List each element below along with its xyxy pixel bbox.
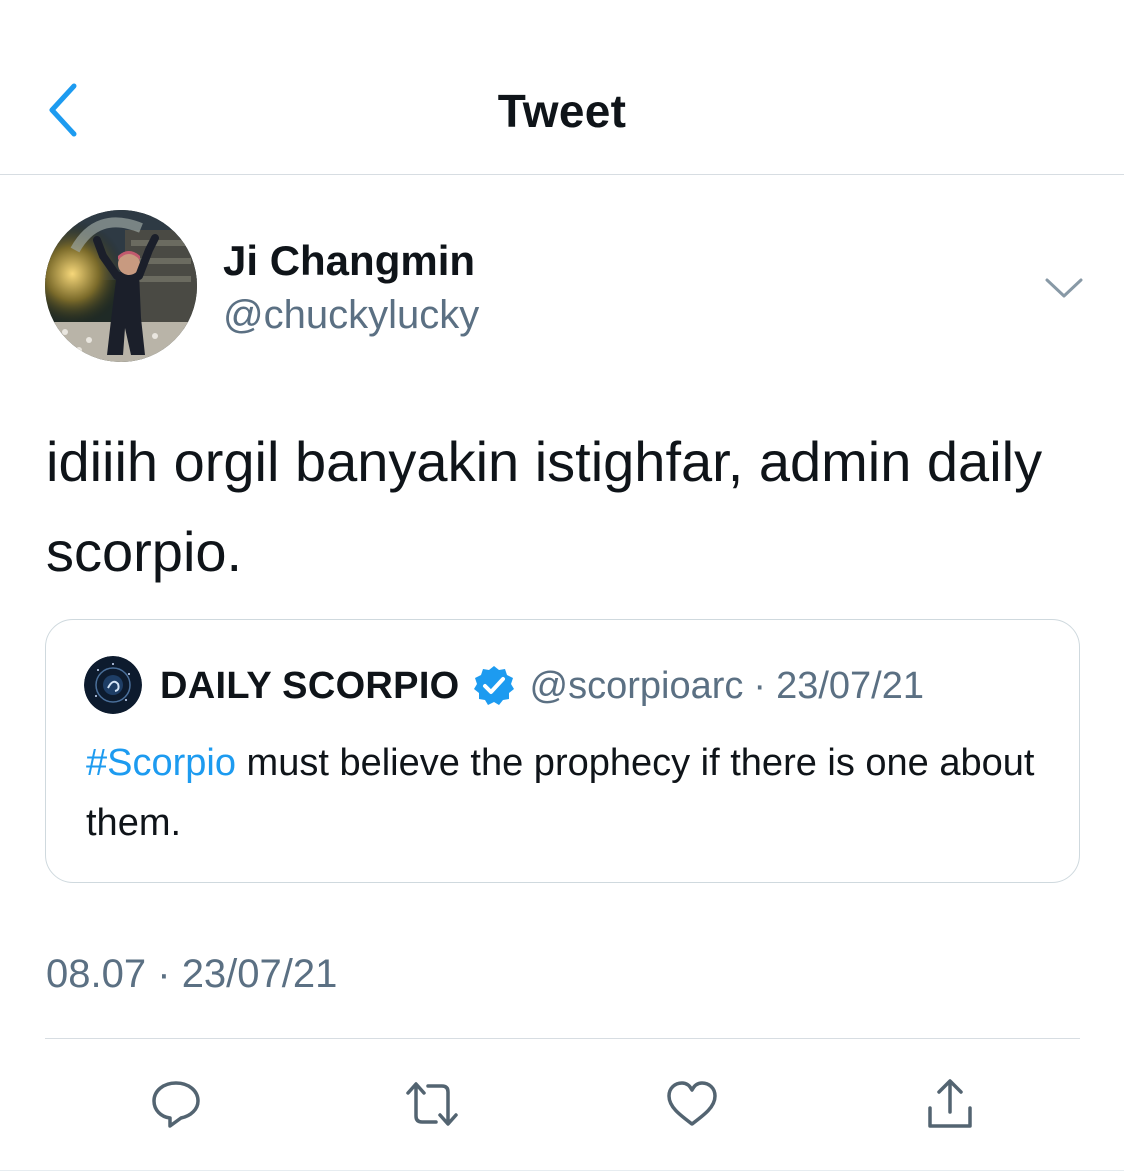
avatar-photo — [45, 210, 197, 362]
nav-header: Tweet — [0, 0, 1124, 175]
hashtag-link[interactable]: #Scorpio — [86, 742, 236, 784]
author-avatar[interactable] — [45, 210, 197, 362]
separator-dot: · — [157, 952, 171, 996]
author-name[interactable]: Ji Changmin — [223, 237, 475, 285]
chevron-down-icon — [1045, 278, 1083, 298]
tweet-detail-screen: Tweet Ji Changmin @chuckylucky idiiih or… — [0, 0, 1124, 1172]
author-handle[interactable]: @chuckylucky — [223, 293, 479, 338]
quoted-tweet-text: #Scorpio must believe the prophecy if th… — [86, 733, 1056, 853]
scorpio-logo-icon — [84, 656, 142, 714]
separator-dot: · — [753, 664, 767, 707]
tweet-time: 08.07 — [46, 952, 147, 996]
tweet-date: 23/07/21 — [181, 952, 338, 996]
reply-icon — [152, 1081, 200, 1128]
share-button[interactable] — [918, 1072, 982, 1136]
reply-button[interactable] — [144, 1072, 208, 1136]
quoted-author-name: DAILY SCORPIO — [160, 664, 460, 707]
like-button[interactable] — [660, 1072, 724, 1136]
page-title: Tweet — [497, 85, 627, 137]
retweet-button[interactable] — [400, 1072, 464, 1136]
more-options-button[interactable] — [1038, 270, 1090, 306]
quoted-author-handle: @scorpioarc — [529, 664, 744, 707]
verified-badge-icon — [473, 666, 514, 705]
tweet-text: idiiih orgil banyakin istighfar, admin d… — [46, 430, 1043, 583]
quoted-tweet-avatar — [84, 656, 142, 714]
bottom-divider — [0, 1170, 1124, 1171]
quoted-tweet-header: DAILY SCORPIO @scorpioarc · 23/07/21 — [160, 662, 924, 710]
tweet-timestamp: 08.07 · 23/07/21 — [46, 952, 337, 997]
divider — [45, 1038, 1080, 1039]
heart-icon — [667, 1081, 717, 1126]
quoted-tweet-card[interactable]: DAILY SCORPIO @scorpioarc · 23/07/21 #Sc… — [45, 619, 1080, 883]
retweet-icon — [406, 1082, 458, 1126]
share-icon — [928, 1079, 972, 1128]
quoted-tweet-date: 23/07/21 — [776, 664, 924, 707]
